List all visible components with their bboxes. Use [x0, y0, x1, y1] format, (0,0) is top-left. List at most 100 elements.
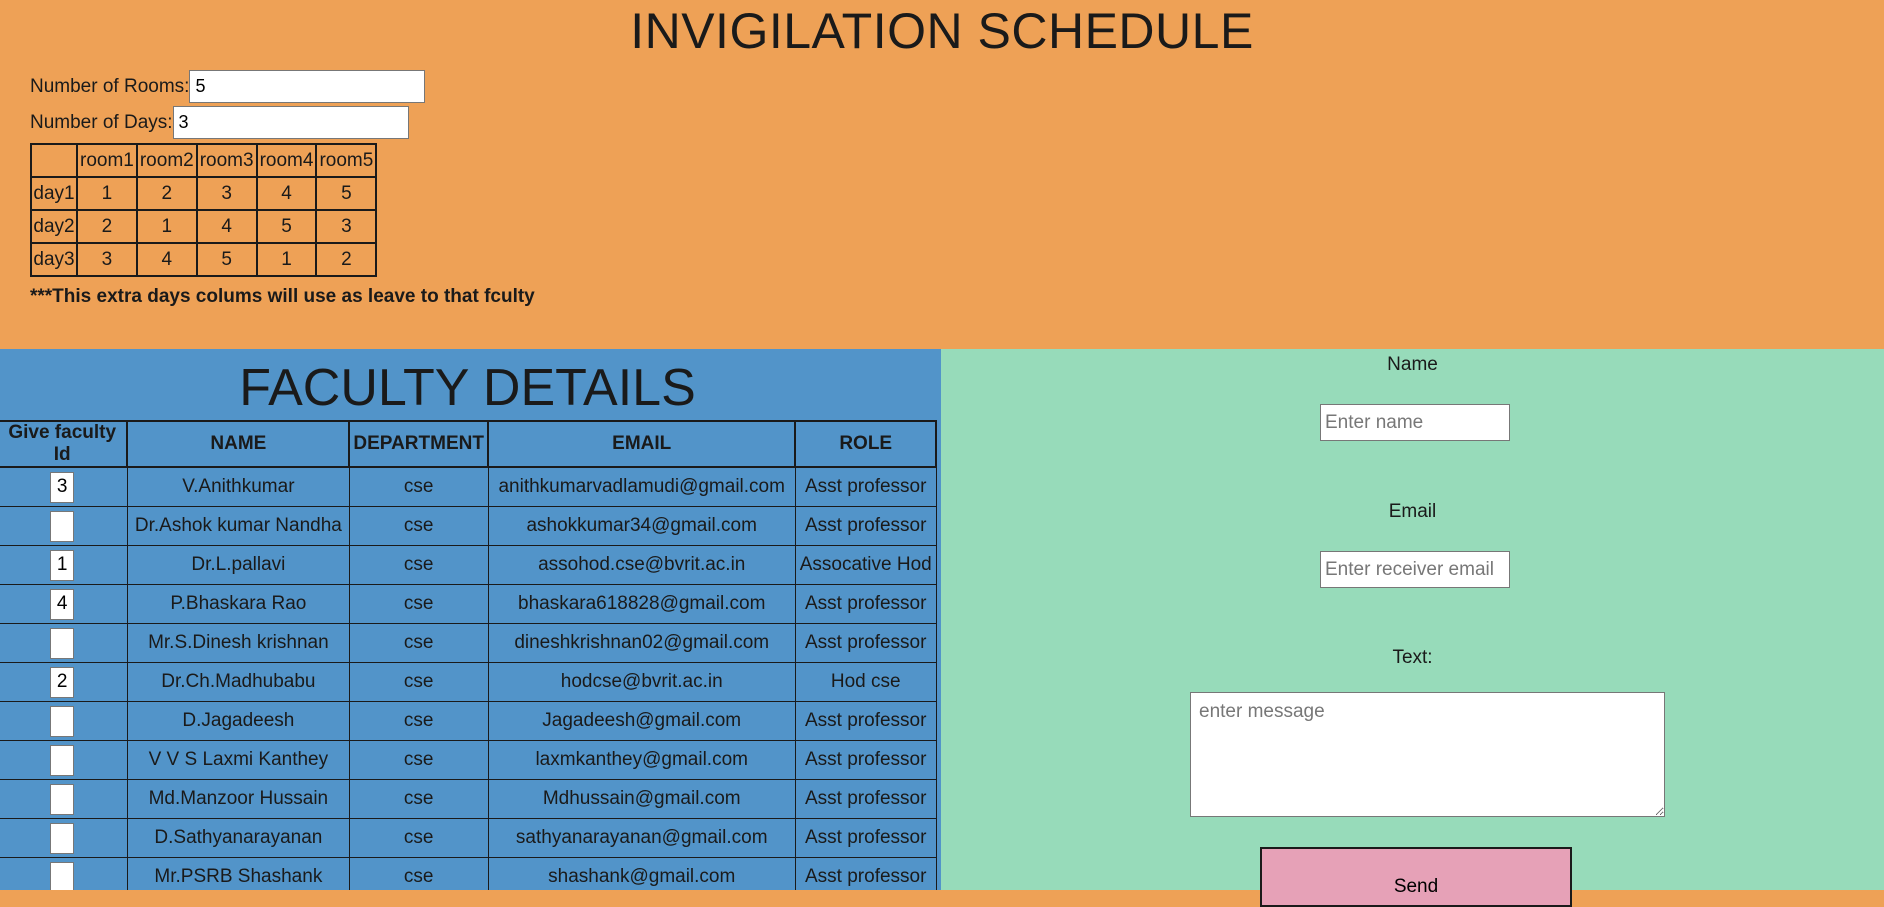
faculty-name: V.Anithkumar [126, 466, 350, 507]
schedule-cell: 3 [195, 176, 258, 211]
faculty-role: Hod cse [794, 662, 937, 702]
faculty-email: assohod.cse@bvrit.ac.in [487, 545, 796, 585]
days-label: Number of Days: [30, 111, 173, 133]
send-button[interactable]: Send [1260, 847, 1572, 907]
faculty-name: V V S Laxmi Kanthey [126, 740, 350, 780]
text-label: Text: [1392, 647, 1433, 668]
faculty-email: Mdhussain@gmail.com [487, 779, 796, 819]
faculty-id-cell [0, 506, 128, 546]
faculty-id-cell [0, 779, 128, 819]
table-row: Mr.PSRB Shashank cse shashank@gmail.com … [0, 857, 937, 890]
leave-note: ***This extra days colums will use as le… [30, 286, 535, 307]
faculty-id-input[interactable] [50, 705, 75, 737]
rooms-input[interactable] [189, 70, 426, 103]
faculty-role: Asst professor [794, 506, 937, 546]
faculty-id-cell [0, 466, 128, 507]
schedule-cell: 4 [255, 176, 318, 211]
table-row: D.Jagadeesh cse Jagadeesh@gmail.com Asst… [0, 701, 937, 741]
faculty-department: cse [348, 545, 489, 585]
schedule-cell: 5 [255, 209, 318, 244]
faculty-id-input[interactable] [50, 510, 75, 542]
schedule-row: day2 2 1 4 5 3 [30, 209, 378, 244]
schedule-col-header: room4 [255, 143, 318, 178]
faculty-department: cse [348, 857, 489, 890]
faculty-id-input[interactable] [50, 822, 75, 854]
faculty-id-input[interactable] [50, 666, 75, 698]
faculty-section: FACULTY DETAILS Give faculty Id NAME DEP… [0, 349, 941, 890]
faculty-table: Give faculty Id NAME DEPARTMENT EMAIL RO… [0, 420, 937, 890]
faculty-name: D.Jagadeesh [126, 701, 350, 741]
faculty-id-cell [0, 857, 128, 890]
schedule-cell: 5 [315, 176, 378, 211]
receiver-email-input[interactable] [1320, 551, 1510, 588]
faculty-role: Asst professor [794, 584, 937, 624]
faculty-email: Jagadeesh@gmail.com [487, 701, 796, 741]
faculty-id-cell [0, 545, 128, 585]
schedule-cell: 5 [195, 242, 258, 277]
faculty-role: Asst professor [794, 818, 937, 858]
faculty-id-input[interactable] [50, 588, 75, 620]
schedule-col-header: room3 [195, 143, 258, 178]
faculty-id-input[interactable] [50, 471, 75, 503]
faculty-email-header: EMAIL [486, 420, 797, 468]
faculty-id-cell [0, 701, 128, 741]
faculty-role: Assocative Hod [794, 545, 937, 585]
schedule-cell: 1 [135, 209, 198, 244]
schedule-row-label: day3 [30, 242, 78, 277]
days-field-row: Number of Days: [30, 106, 409, 139]
faculty-role: Asst professor [794, 740, 937, 780]
faculty-name: P.Bhaskara Rao [126, 584, 350, 624]
faculty-role-header: ROLE [794, 420, 937, 468]
table-row: Mr.S.Dinesh krishnan cse dineshkrishnan0… [0, 623, 937, 663]
faculty-role: Asst professor [794, 623, 937, 663]
name-input[interactable] [1320, 404, 1510, 441]
schedule-row-label: day2 [30, 209, 78, 244]
schedule-cell: 2 [315, 242, 378, 277]
faculty-id-input[interactable] [50, 744, 75, 776]
message-textarea[interactable] [1190, 692, 1665, 817]
faculty-department: cse [348, 466, 489, 507]
faculty-id-header: Give faculty Id [0, 420, 129, 468]
faculty-name: D.Sathyanarayanan [126, 818, 350, 858]
faculty-id-cell [0, 818, 128, 858]
faculty-name: Md.Manzoor Hussain [126, 779, 350, 819]
faculty-name: Mr.S.Dinesh krishnan [126, 623, 350, 663]
faculty-department: cse [348, 779, 489, 819]
faculty-title: FACULTY DETAILS [239, 359, 696, 417]
faculty-id-input[interactable] [50, 861, 75, 890]
schedule-row: day1 1 2 3 4 5 [30, 176, 378, 211]
schedule-cell: 2 [76, 209, 138, 244]
page-title: INVIGILATION SCHEDULE [630, 3, 1254, 59]
table-row: Dr.L.pallavi cse assohod.cse@bvrit.ac.in… [0, 545, 937, 585]
faculty-name: Dr.Ashok kumar Nandha [126, 506, 350, 546]
faculty-department: cse [348, 740, 489, 780]
faculty-email: dineshkrishnan02@gmail.com [487, 623, 796, 663]
table-row: Md.Manzoor Hussain cse Mdhussain@gmail.c… [0, 779, 937, 819]
schedule-table: room1 room2 room3 room4 room5 day1 1 2 3… [30, 143, 378, 277]
schedule-header-row: room1 room2 room3 room4 room5 [30, 143, 378, 178]
schedule-cell: 4 [135, 242, 198, 277]
faculty-id-cell [0, 584, 128, 624]
faculty-id-cell [0, 662, 128, 702]
email-label: Email [1388, 501, 1437, 522]
name-label: Name [1387, 354, 1438, 375]
faculty-email: hodcse@bvrit.ac.in [487, 662, 796, 702]
faculty-email: laxmkanthey@gmail.com [487, 740, 796, 780]
faculty-role: Asst professor [794, 779, 937, 819]
schedule-corner-cell [30, 143, 78, 178]
faculty-name: Dr.L.pallavi [126, 545, 350, 585]
faculty-id-cell [0, 623, 128, 663]
faculty-department: cse [348, 662, 489, 702]
schedule-cell: 2 [135, 176, 198, 211]
faculty-department: cse [348, 584, 489, 624]
faculty-role: Asst professor [794, 701, 937, 741]
faculty-id-input[interactable] [50, 549, 75, 581]
schedule-row-label: day1 [30, 176, 78, 211]
faculty-role: Asst professor [794, 857, 937, 890]
days-input[interactable] [172, 106, 409, 139]
schedule-cell: 1 [255, 242, 318, 277]
faculty-id-input[interactable] [50, 627, 75, 659]
table-row: Dr.Ch.Madhubabu cse hodcse@bvrit.ac.in H… [0, 662, 937, 702]
faculty-id-input[interactable] [50, 783, 75, 815]
table-row: V V S Laxmi Kanthey cse laxmkanthey@gmai… [0, 740, 937, 780]
